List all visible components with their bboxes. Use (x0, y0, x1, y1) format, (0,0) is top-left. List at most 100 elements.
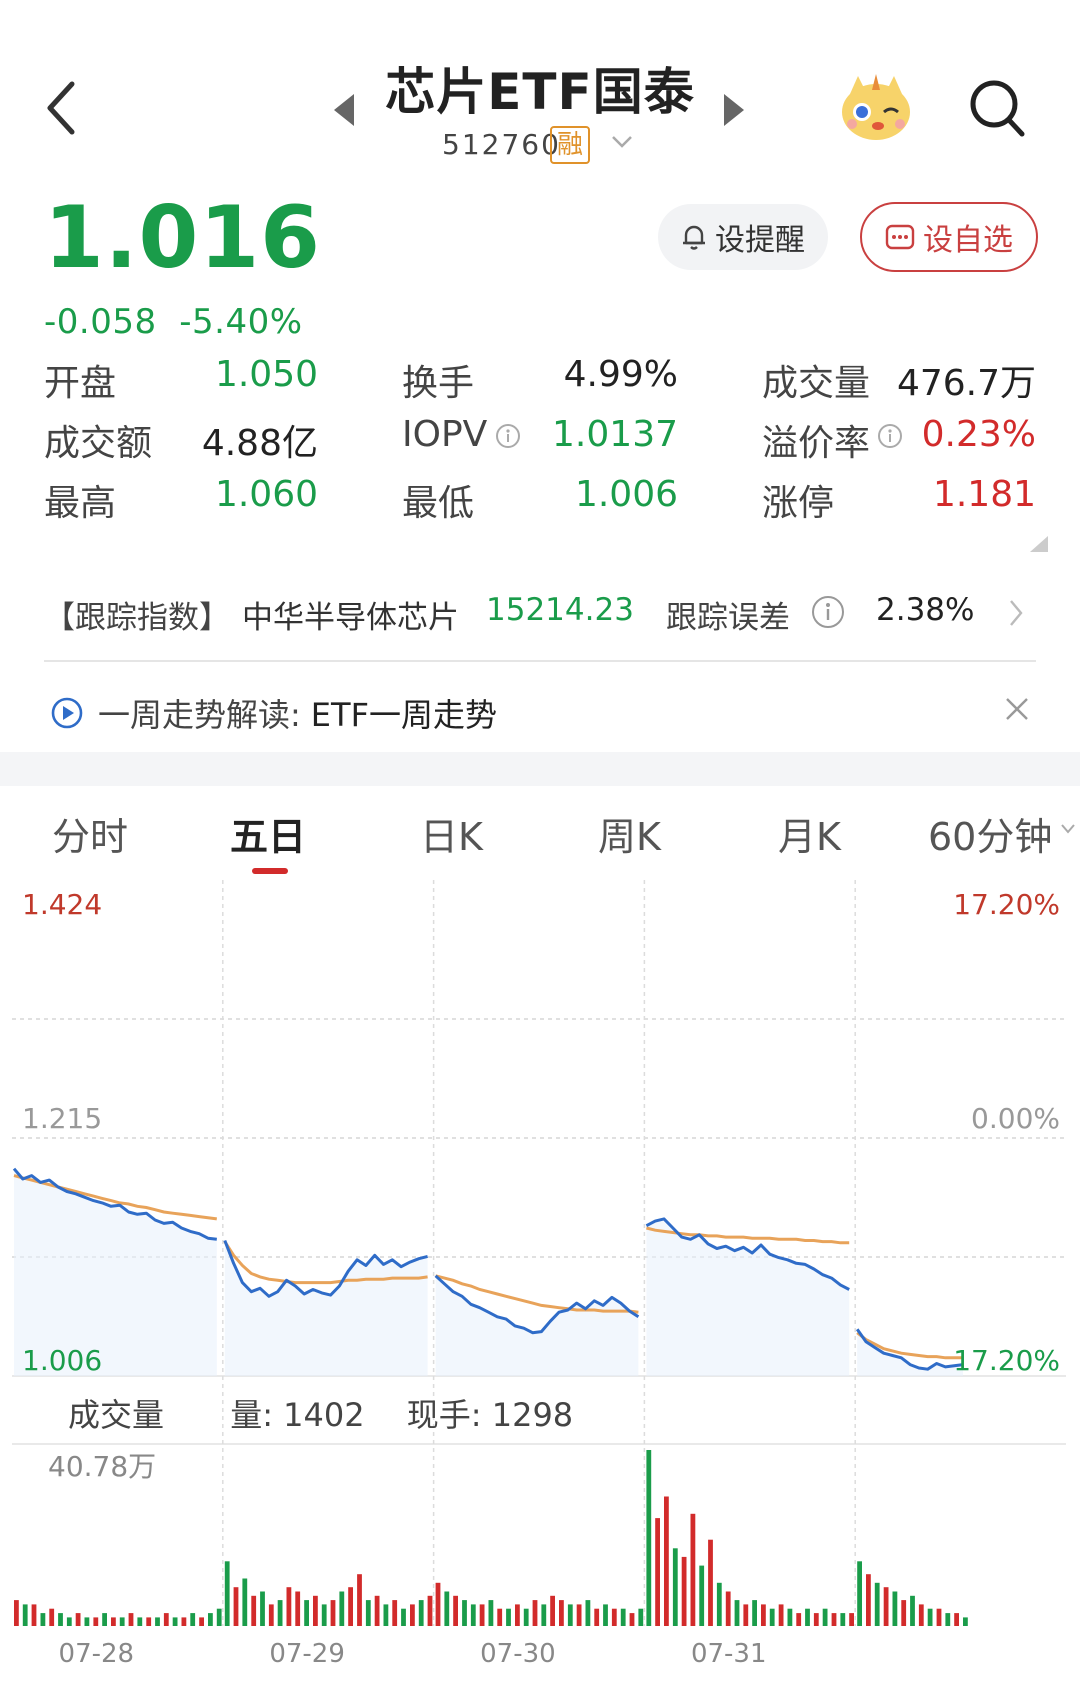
tab-monthly-k[interactable]: 月K (778, 806, 841, 861)
volume-bar (892, 1591, 898, 1626)
set-reminder-label: 设提醒 (715, 223, 805, 258)
info-icon[interactable] (876, 422, 904, 450)
tab-daily-k[interactable]: 日K (420, 806, 483, 861)
next-fund-arrow-icon[interactable] (724, 94, 744, 126)
tab-60min[interactable]: 60分钟 (928, 806, 1052, 861)
price-axis-bottom: 1.006 (22, 1344, 102, 1377)
volume-bar (664, 1496, 669, 1626)
date-label: 07-31 (691, 1639, 767, 1669)
volume-bar (427, 1595, 433, 1626)
volume-bar (286, 1587, 292, 1626)
volume-bar (963, 1617, 968, 1626)
stat-label: 开盘 (44, 363, 117, 404)
expand-corner-icon[interactable] (1030, 536, 1048, 552)
divider (44, 660, 1036, 662)
volume-bar (585, 1600, 591, 1626)
volume-bar (163, 1613, 169, 1626)
price-axis-top: 1.424 (22, 888, 102, 921)
stat-label: 成交额 (44, 423, 153, 464)
volume-header: 成交量 量: 1402 现手: 1298 (68, 1390, 573, 1436)
stat-label: 最低 (402, 483, 475, 524)
tracking-index-row[interactable]: 【跟踪指数】 (44, 592, 230, 637)
volume-bar (444, 1591, 450, 1626)
volume-bar (954, 1613, 959, 1626)
volume-bar (515, 1604, 520, 1626)
volume-bar (330, 1600, 336, 1626)
info-icon[interactable] (494, 422, 522, 450)
volume-bar (681, 1556, 687, 1626)
tracking-error-label: 跟踪误差 (666, 600, 790, 636)
volume-bar (778, 1604, 784, 1626)
weekly-trend-row[interactable]: 一周走势解读: ETF一周走势 (50, 690, 497, 736)
five-day-chart[interactable]: 1.424 1.215 1.006 17.20% 0.00% 17.20% 40.78万 07… (0, 880, 1080, 1670)
volume-bar (383, 1604, 389, 1626)
volume-bar (365, 1600, 371, 1626)
volume-bar (14, 1600, 19, 1626)
volume-bar (945, 1613, 951, 1626)
volume-bar (805, 1608, 810, 1626)
margin-badge: 融 (550, 126, 590, 164)
chevron-right-icon[interactable] (1008, 598, 1024, 628)
stat-value: 1.181 (932, 474, 1036, 515)
set-reminder-button[interactable]: 设提醒 (658, 204, 828, 270)
volume-bar (523, 1608, 529, 1626)
volume-max-label: 40.78万 (48, 1450, 156, 1483)
volume-bar (822, 1608, 828, 1626)
volume-bar (734, 1600, 740, 1626)
pct-axis-top: 17.20% (953, 888, 1060, 921)
chevron-down-icon[interactable] (610, 132, 634, 152)
volume-bar (102, 1613, 107, 1626)
info-icon[interactable] (810, 594, 846, 630)
stat-value: 1.050 (214, 354, 318, 395)
volume-bar (559, 1600, 564, 1626)
volume-bar (910, 1595, 915, 1626)
stat-label: 溢价率 (762, 423, 871, 464)
volume-bar (506, 1608, 511, 1626)
tab-five-day[interactable]: 五日 (230, 806, 306, 861)
volume-bar (840, 1613, 846, 1626)
volume-bar (462, 1600, 467, 1626)
volume-bar (761, 1604, 766, 1626)
volume-bar (927, 1608, 933, 1626)
volume-bar (936, 1608, 942, 1626)
add-watchlist-button[interactable]: 设自选 (860, 202, 1038, 272)
close-icon[interactable] (1004, 696, 1030, 722)
price-area (224, 1240, 428, 1376)
tab-intraday[interactable]: 分时 (52, 806, 128, 861)
volume-bar (128, 1613, 134, 1626)
volume-bar (716, 1582, 722, 1626)
volume-bar (743, 1604, 749, 1626)
volume-bar (725, 1591, 731, 1626)
volume-bar (638, 1608, 644, 1626)
volume-bar (883, 1587, 889, 1626)
active-tab-indicator (252, 868, 288, 874)
volume-bar (532, 1600, 538, 1626)
volume-bar (75, 1613, 81, 1626)
volume-bar (374, 1595, 380, 1626)
section-separator (0, 752, 1080, 786)
stat-label: 涨停 (762, 483, 835, 524)
volume-bar (58, 1613, 63, 1626)
volume-bar (119, 1617, 125, 1626)
volume-bar (313, 1595, 318, 1626)
chevron-down-icon[interactable] (1060, 822, 1076, 836)
volume-bar (31, 1604, 37, 1626)
stat-value: 1.0137 (552, 414, 678, 455)
volume-bar (831, 1613, 837, 1626)
volume-bar (137, 1617, 143, 1626)
add-watchlist-label: 设自选 (923, 223, 1013, 258)
search-icon[interactable] (968, 78, 1026, 138)
stat-label: 成交量 (762, 363, 871, 404)
volume-bar (304, 1600, 309, 1626)
bell-icon (683, 225, 705, 250)
volume-bar (672, 1548, 678, 1626)
play-circle-icon (51, 697, 83, 729)
volume-bar (435, 1582, 441, 1626)
volume-bar (629, 1613, 635, 1626)
tab-weekly-k[interactable]: 周K (598, 806, 661, 861)
mascot-avatar-icon[interactable] (838, 72, 914, 142)
volume-bar (796, 1613, 802, 1626)
volume-bar (208, 1613, 213, 1626)
stat-value: 4.99% (563, 354, 678, 395)
tracking-tag: 【跟踪指数】 (44, 600, 230, 636)
